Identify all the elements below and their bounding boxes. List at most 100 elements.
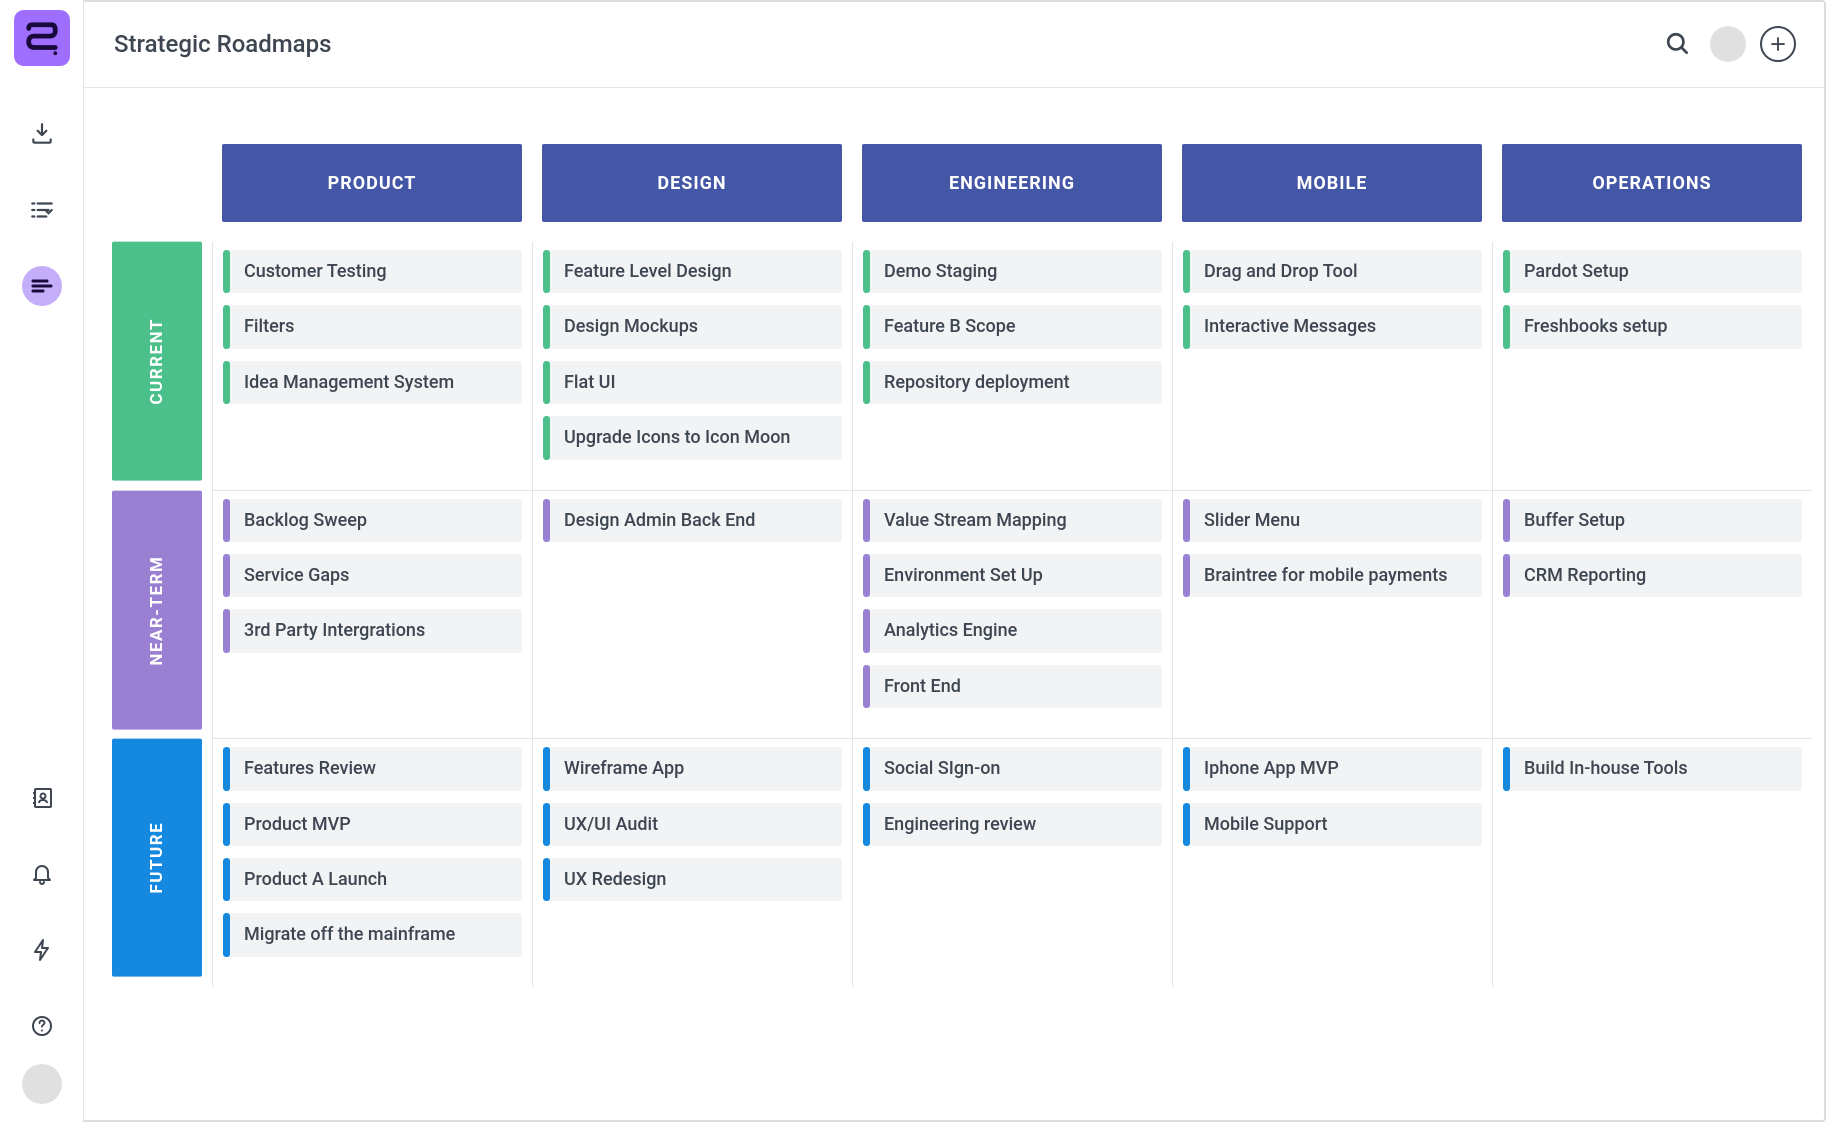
- card-stripe: [1503, 747, 1510, 790]
- roadmap-card[interactable]: Pardot Setup: [1503, 250, 1802, 293]
- column-header: MOBILE: [1182, 144, 1482, 222]
- roadmap-card[interactable]: Design Admin Back End: [543, 499, 842, 542]
- roadmap-card[interactable]: Feature Level Design: [543, 250, 842, 293]
- card-title: UX Redesign: [550, 858, 680, 901]
- card-stripe: [223, 913, 230, 956]
- card-stripe: [863, 250, 870, 293]
- cell: Design Admin Back End: [532, 491, 852, 740]
- nav-list[interactable]: [22, 190, 62, 230]
- card-stripe: [863, 499, 870, 542]
- nav-roadmap[interactable]: [22, 266, 62, 306]
- roadmap-card[interactable]: Flat UI: [543, 361, 842, 404]
- roadmap-card[interactable]: UX/UI Audit: [543, 803, 842, 846]
- download-icon: [29, 121, 55, 147]
- roadmap-card[interactable]: Social SIgn-on: [863, 747, 1162, 790]
- card-title: Flat UI: [550, 361, 630, 404]
- roadmap-card[interactable]: Engineering review: [863, 803, 1162, 846]
- cell: Backlog Sweep Service Gaps 3rd Party Inter…: [212, 491, 532, 740]
- roadmap-card[interactable]: Demo Staging: [863, 250, 1162, 293]
- card-stripe: [1183, 803, 1190, 846]
- card-stripe: [543, 305, 550, 348]
- card-title: Interactive Messages: [1190, 305, 1390, 348]
- list-check-icon: [29, 197, 55, 223]
- roadmap-card[interactable]: Migrate off the mainframe: [223, 913, 522, 956]
- roadmap-card[interactable]: Build In-house Tools: [1503, 747, 1802, 790]
- roadmap-card[interactable]: Environment Set Up: [863, 554, 1162, 597]
- roadmap-card[interactable]: Freshbooks setup: [1503, 305, 1802, 348]
- card-stripe: [863, 665, 870, 708]
- cell: Customer Testing Filters Idea Management S…: [212, 242, 532, 491]
- nav-activity[interactable]: [22, 930, 62, 970]
- card-stripe: [223, 305, 230, 348]
- header: Strategic Roadmaps: [84, 0, 1826, 88]
- roadmap-card[interactable]: Interactive Messages: [1183, 305, 1482, 348]
- lightning-icon: [30, 938, 54, 962]
- cell: Feature Level Design Design Mockups Flat U…: [532, 242, 852, 491]
- card-stripe: [223, 250, 230, 293]
- roadmap-card[interactable]: Wireframe App: [543, 747, 842, 790]
- roadmap-card[interactable]: Filters: [223, 305, 522, 348]
- roadmap-card[interactable]: Slider Menu: [1183, 499, 1482, 542]
- roadmap-card[interactable]: Mobile Support: [1183, 803, 1482, 846]
- roadmap-card[interactable]: Features Review: [223, 747, 522, 790]
- roadmap-card[interactable]: Backlog Sweep: [223, 499, 522, 542]
- roadmap-card[interactable]: Service Gaps: [223, 554, 522, 597]
- roadmap-card[interactable]: Front End: [863, 665, 1162, 708]
- card-stripe: [543, 747, 550, 790]
- cell: Build In-house Tools: [1492, 739, 1812, 987]
- user-avatar-small[interactable]: [22, 1064, 62, 1104]
- roadmap-card[interactable]: Customer Testing: [223, 250, 522, 293]
- roadmap-card[interactable]: Idea Management System: [223, 361, 522, 404]
- user-avatar[interactable]: [1710, 26, 1746, 62]
- roadmap-card[interactable]: Design Mockups: [543, 305, 842, 348]
- card-title: Filters: [230, 305, 308, 348]
- card-stripe: [1183, 747, 1190, 790]
- nav-import[interactable]: [22, 114, 62, 154]
- roadmap-card[interactable]: Value Stream Mapping: [863, 499, 1162, 542]
- card-title: Customer Testing: [230, 250, 401, 293]
- cell: Slider Menu Braintree for mobile payments: [1172, 491, 1492, 740]
- roadmap-card[interactable]: 3rd Party Intergrations: [223, 609, 522, 652]
- roadmap-card[interactable]: Drag and Drop Tool: [1183, 250, 1482, 293]
- roadmap-card[interactable]: Upgrade Icons to Icon Moon: [543, 416, 842, 459]
- row-label-nearterm: NEAR-TERM: [112, 491, 202, 730]
- card-title: Wireframe App: [550, 747, 698, 790]
- nav-contacts[interactable]: [22, 778, 62, 818]
- roadmap-card[interactable]: Feature B Scope: [863, 305, 1162, 348]
- row-label-future: FUTURE: [112, 739, 202, 977]
- card-title: Pardot Setup: [1510, 250, 1643, 293]
- column-header: PRODUCT: [222, 144, 522, 222]
- card-title: Idea Management System: [230, 361, 468, 404]
- card-stripe: [1503, 250, 1510, 293]
- roadmap-card[interactable]: Iphone App MVP: [1183, 747, 1482, 790]
- nav-notifications[interactable]: [22, 854, 62, 894]
- roadmap-board: PRODUCTDESIGNENGINEERINGMOBILEOPERATIONS…: [84, 88, 1826, 1122]
- card-stripe: [543, 858, 550, 901]
- roadmap-card[interactable]: Product A Launch: [223, 858, 522, 901]
- card-title: Analytics Engine: [870, 609, 1031, 652]
- card-stripe: [223, 747, 230, 790]
- cell: Iphone App MVP Mobile Support: [1172, 739, 1492, 987]
- card-title: Features Review: [230, 747, 390, 790]
- roadmap-card[interactable]: Buffer Setup: [1503, 499, 1802, 542]
- roadmap-card[interactable]: CRM Reporting: [1503, 554, 1802, 597]
- card-stripe: [223, 554, 230, 597]
- cell: Buffer Setup CRM Reporting: [1492, 491, 1812, 740]
- search-button[interactable]: [1660, 26, 1696, 62]
- column-header: OPERATIONS: [1502, 144, 1802, 222]
- roadmap-card[interactable]: Braintree for mobile payments: [1183, 554, 1482, 597]
- card-title: 3rd Party Intergrations: [230, 609, 439, 652]
- plus-icon: [1769, 35, 1787, 53]
- card-title: Social SIgn-on: [870, 747, 1014, 790]
- app-logo[interactable]: [14, 10, 70, 66]
- add-button[interactable]: [1760, 26, 1796, 62]
- roadmap-card[interactable]: Analytics Engine: [863, 609, 1162, 652]
- roadmap-logo-icon: [23, 19, 61, 57]
- card-title: Value Stream Mapping: [870, 499, 1081, 542]
- card-title: Build In-house Tools: [1510, 747, 1702, 790]
- roadmap-card[interactable]: Repository deployment: [863, 361, 1162, 404]
- card-title: Service Gaps: [230, 554, 363, 597]
- roadmap-card[interactable]: UX Redesign: [543, 858, 842, 901]
- roadmap-card[interactable]: Product MVP: [223, 803, 522, 846]
- nav-help[interactable]: [22, 1006, 62, 1046]
